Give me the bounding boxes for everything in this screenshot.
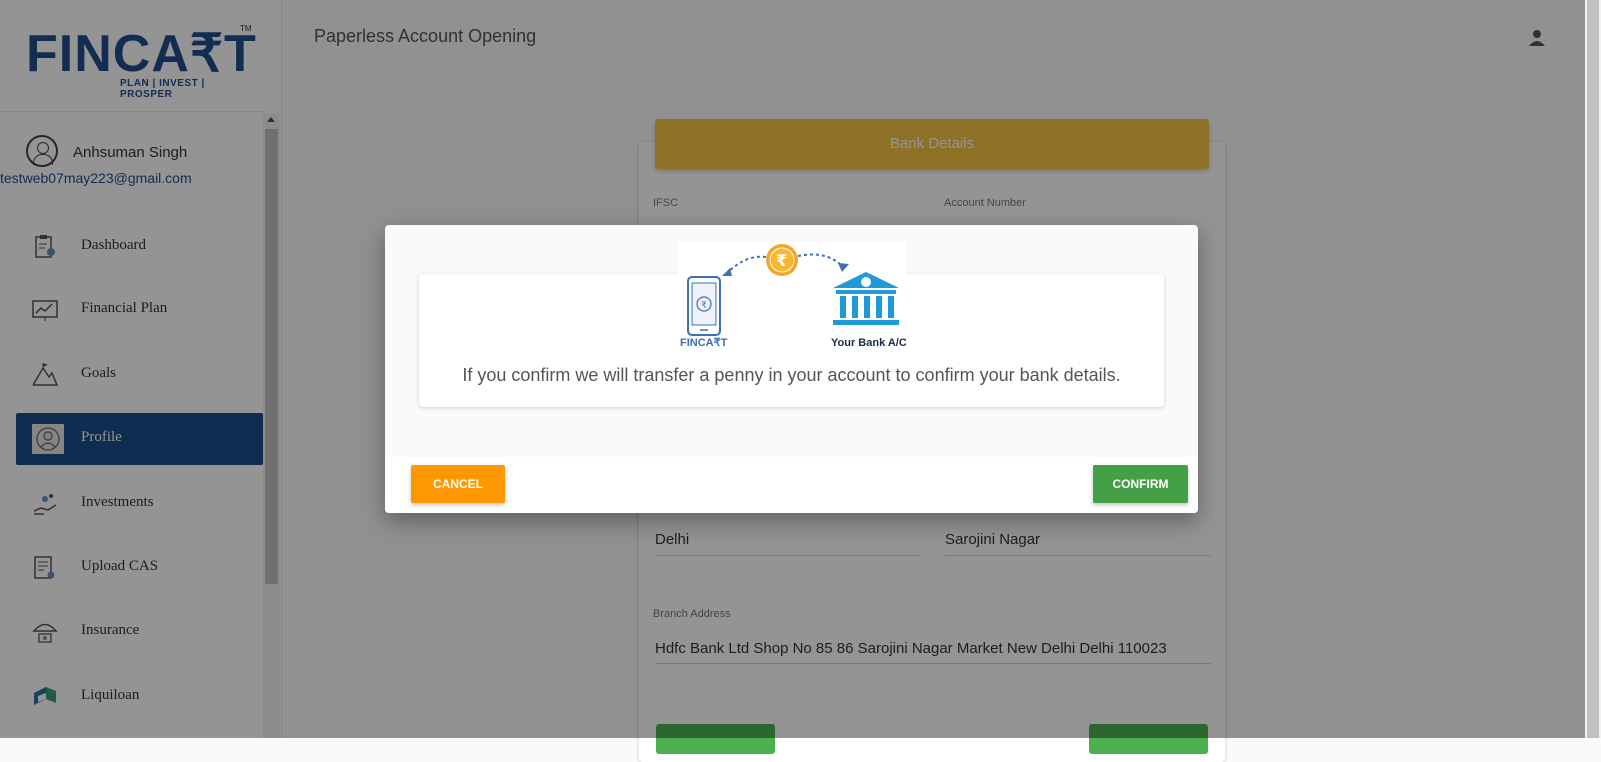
confirm-button[interactable]: CONFIRM [1093,465,1188,503]
page-scrollbar[interactable] [1585,0,1601,738]
modal-message: If you confirm we will transfer a penny … [462,365,1121,385]
penny-transfer-icon: ₹ ₹ FINCA₹T Your Bank A/C [680,244,907,349]
rupee-symbol: ₹ [776,251,787,270]
confirm-bank-modal: If you confirm we will transfer a penny … [385,225,1198,513]
illustration-left-caption: FINCA₹T [680,337,728,349]
cancel-button[interactable]: CANCEL [411,465,505,503]
modal-footer: CANCEL CONFIRM [385,457,1198,513]
illustration-right-caption: Your Bank A/C [831,337,906,349]
penny-transfer-illustration: ₹ ₹ FINCA₹T Your Bank A/C [678,242,907,350]
page-scroll-thumb[interactable] [1587,0,1599,738]
svg-text:₹: ₹ [701,301,707,311]
